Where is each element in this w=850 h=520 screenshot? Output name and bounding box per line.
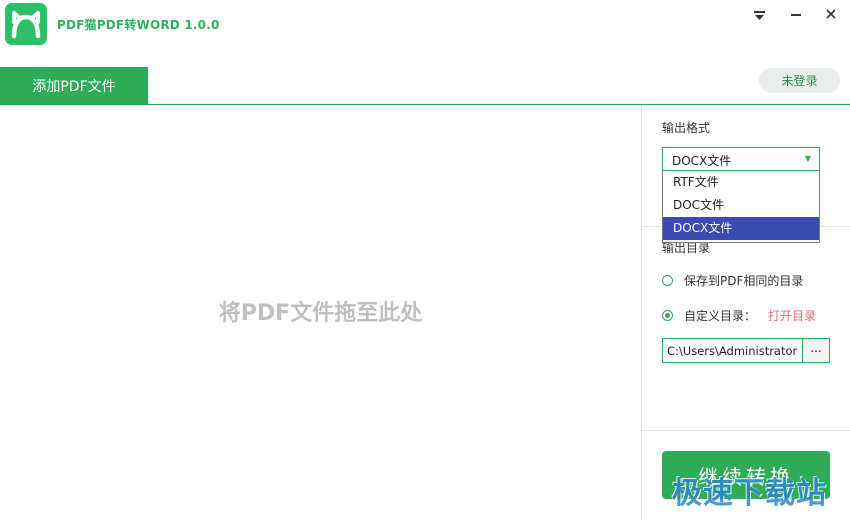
app-title: PDF猫PDF转WORD 1.0.0	[57, 18, 220, 32]
format-option-rtf[interactable]: RTF文件	[663, 171, 819, 194]
settings-panel: 输出格式 DOCX文件 ▼ RTF文件 DOC文件 DOCX文件 输出目录 保存…	[642, 105, 850, 520]
title-bar: PDF猫PDF转WORD 1.0.0	[0, 0, 850, 66]
output-format-dropdown: RTF文件 DOC文件 DOCX文件	[662, 171, 820, 243]
radio-custom-dir-label: 自定义目录：	[684, 308, 757, 323]
drop-hint: 将PDF文件拖至此处	[218, 301, 423, 326]
format-option-docx[interactable]: DOCX文件	[663, 217, 819, 240]
radio-same-dir-label: 保存到PDF相同的目录	[684, 273, 804, 288]
radio-custom-dir[interactable]	[662, 309, 673, 321]
add-pdf-label: 添加PDF文件	[32, 79, 116, 95]
add-pdf-button[interactable]: 添加PDF文件	[0, 67, 148, 105]
radio-same-dir[interactable]	[662, 274, 673, 286]
minimize-icon[interactable]	[785, 6, 807, 24]
close-icon[interactable]	[820, 6, 842, 24]
output-format-label: 输出格式	[662, 121, 711, 135]
browse-label: ...	[810, 341, 822, 355]
file-drop-area[interactable]: 将PDF文件拖至此处	[0, 105, 641, 520]
output-format-value: DOCX文件	[672, 154, 732, 168]
chevron-down-icon: ▼	[804, 154, 811, 163]
site-watermark: 极速下载站	[672, 476, 827, 511]
output-format-select[interactable]: DOCX文件 ▼	[662, 147, 820, 171]
login-button[interactable]: 未登录	[759, 68, 840, 93]
open-dir-link[interactable]: 打开目录	[768, 307, 816, 324]
pdf-cat-logo-icon	[5, 3, 47, 45]
login-label: 未登录	[781, 74, 818, 88]
output-path-input[interactable]	[662, 338, 803, 363]
format-option-doc[interactable]: DOC文件	[663, 194, 819, 217]
browse-button[interactable]: ...	[802, 338, 830, 363]
section-divider-bottom	[642, 430, 850, 431]
radio-custom-dir-row[interactable]: 自定义目录： 打开目录	[662, 306, 816, 324]
menu-icon[interactable]	[749, 6, 771, 24]
radio-same-dir-row[interactable]: 保存到PDF相同的目录	[662, 271, 803, 289]
